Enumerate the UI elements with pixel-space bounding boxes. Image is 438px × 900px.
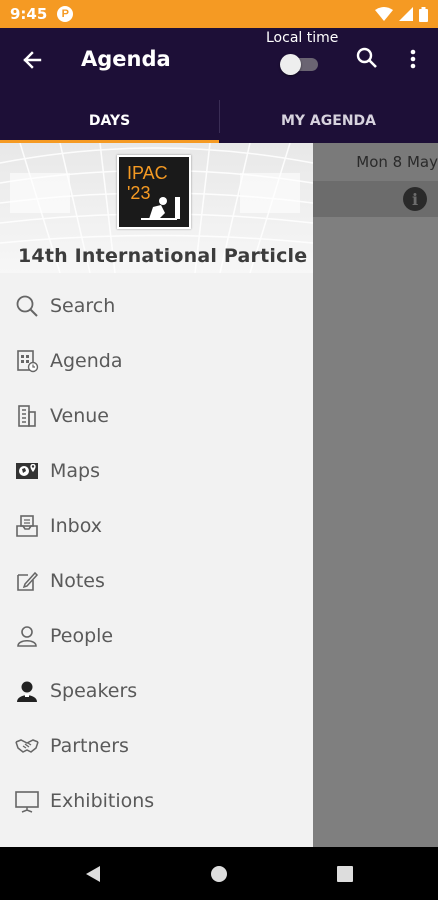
calendar-icon (14, 348, 40, 374)
local-time-toggle[interactable] (280, 54, 318, 75)
menu-item-label: Search (50, 295, 116, 317)
tab-days-label: DAYS (88, 112, 131, 129)
handshake-icon (14, 733, 40, 759)
nav-recents-button[interactable] (330, 859, 360, 889)
inbox-icon (14, 513, 40, 539)
presentation-icon (14, 788, 40, 814)
event-logo[interactable]: IPAC '23 (117, 155, 191, 229)
more-vert-icon (410, 49, 416, 69)
menu-item-label: Maps (50, 460, 100, 482)
app-bar: Agenda Local time DAYS MY AGENDA (0, 28, 438, 143)
tab-days[interactable]: DAYS (0, 98, 219, 143)
menu-item-label: Venue (50, 405, 109, 427)
menu-item-label: Partners (50, 735, 129, 757)
nav-back-button[interactable] (78, 859, 108, 889)
signal-icon (399, 7, 413, 21)
menu-item-venue[interactable]: Venue (0, 389, 313, 444)
nav-recents-icon (337, 866, 353, 882)
nav-back-icon (86, 866, 100, 882)
menu-item-label: Agenda (50, 350, 123, 372)
drawer-menu: Search Agenda Venue Maps Inbox Notes Peo… (0, 279, 313, 829)
search-button[interactable] (353, 44, 381, 72)
menu-item-notes[interactable]: Notes (0, 554, 313, 609)
note-icon (14, 568, 40, 594)
search-icon (356, 47, 377, 68)
menu-item-maps[interactable]: Maps (0, 444, 313, 499)
menu-item-inbox[interactable]: Inbox (0, 499, 313, 554)
logo-figure-icon (141, 197, 180, 220)
overflow-menu-button[interactable] (400, 44, 426, 74)
arrow-back-icon (23, 51, 42, 69)
event-name: 14th International Particle A.. (18, 245, 308, 267)
menu-item-people[interactable]: People (0, 609, 313, 664)
nav-home-button[interactable] (204, 859, 234, 889)
nav-home-icon (211, 866, 227, 882)
search-icon (14, 293, 40, 319)
building-icon (14, 403, 40, 429)
menu-item-search[interactable]: Search (0, 279, 313, 334)
page-title: Agenda (81, 47, 171, 71)
speaker-icon (14, 678, 40, 704)
status-bar: 9:45 P (0, 0, 438, 28)
menu-item-label: Speakers (50, 680, 138, 702)
battery-icon (419, 6, 428, 22)
menu-item-label: Exhibitions (50, 790, 155, 812)
menu-item-partners[interactable]: Partners (0, 719, 313, 774)
tab-divider (219, 100, 220, 133)
drawer-header: IPAC'23 14th International Particle A.. (0, 143, 313, 273)
notification-badge-icon: P (57, 6, 74, 22)
back-button[interactable] (16, 44, 48, 76)
menu-item-agenda[interactable]: Agenda (0, 334, 313, 389)
tab-my-agenda[interactable]: MY AGENDA (219, 98, 438, 143)
menu-item-label: People (50, 625, 114, 647)
navigation-drawer: IPAC'23 14th International Particle A.. … (0, 143, 313, 847)
status-icons (375, 6, 428, 22)
tab-my-agenda-label: MY AGENDA (280, 112, 376, 129)
map-icon (14, 458, 40, 484)
menu-item-label: Notes (50, 570, 105, 592)
local-time-label: Local time (266, 30, 339, 46)
tab-bar: DAYS MY AGENDA (0, 98, 438, 143)
menu-item-exhibitions[interactable]: Exhibitions (0, 774, 313, 829)
person-icon (14, 623, 40, 649)
status-time: 9:45 (10, 5, 48, 23)
menu-item-label: Inbox (50, 515, 102, 537)
wifi-icon (375, 7, 393, 21)
system-navigation-bar (0, 847, 438, 900)
menu-item-speakers[interactable]: Speakers (0, 664, 313, 719)
toggle-thumb (280, 54, 301, 75)
